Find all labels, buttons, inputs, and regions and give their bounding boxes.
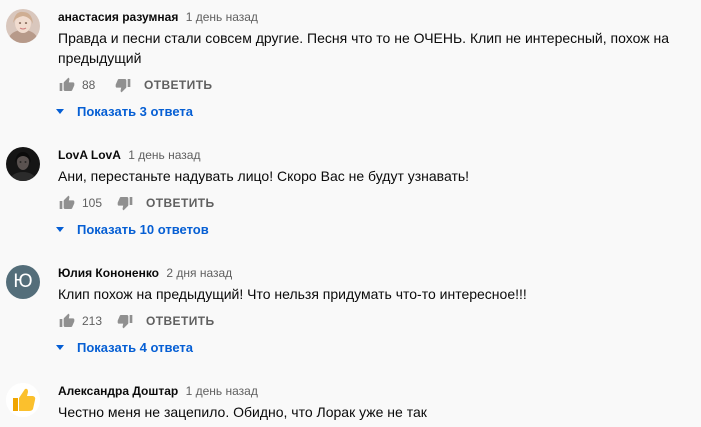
- comment-text: Честно меня не зацепило. Обидно, что Лор…: [58, 404, 427, 420]
- thumb-up-icon: [59, 313, 75, 327]
- like-button[interactable]: [58, 76, 76, 94]
- comment-actions: 213 ОТВЕТИТЬ: [58, 310, 214, 332]
- comment-text: Ани, перестаньте надувать лицо! Скоро Ва…: [58, 168, 470, 184]
- comment-author[interactable]: Александра Доштар: [58, 384, 178, 398]
- reply-button[interactable]: ОТВЕТИТЬ: [144, 78, 212, 92]
- thumbs-up-emoji-icon: [6, 383, 40, 417]
- show-replies-button[interactable]: Показать 4 ответа: [56, 337, 193, 357]
- comment-actions: 88 ОТВЕТИТЬ: [58, 74, 212, 96]
- show-replies-button[interactable]: Показать 10 ответов: [56, 219, 209, 239]
- caret-down-icon: [56, 226, 64, 232]
- caret-down-icon: [56, 344, 64, 350]
- avatar[interactable]: [6, 383, 40, 417]
- comment-time[interactable]: 1 день назад: [128, 148, 200, 162]
- avatar[interactable]: [6, 147, 40, 181]
- thumb-down-icon: [115, 79, 131, 93]
- like-button[interactable]: [58, 194, 76, 212]
- reply-button[interactable]: ОТВЕТИТЬ: [146, 314, 214, 328]
- comment-text: Правда и песни стали совсем другие. Песн…: [58, 30, 669, 66]
- thumb-up-icon: [59, 195, 75, 209]
- like-count: 88: [82, 78, 96, 92]
- comment-time[interactable]: 2 дня назад: [166, 266, 232, 280]
- dislike-button[interactable]: [116, 194, 134, 212]
- show-replies-button[interactable]: Показать 3 ответа: [56, 101, 193, 121]
- comment-time[interactable]: 1 день назад: [186, 384, 258, 398]
- comment-time[interactable]: 1 день назад: [186, 10, 258, 24]
- thumb-down-icon: [117, 197, 133, 211]
- dislike-button[interactable]: [114, 76, 132, 94]
- comment-author[interactable]: Юлия Кононенко: [58, 266, 159, 280]
- avatar[interactable]: [6, 9, 40, 43]
- like-count: 213: [82, 314, 103, 328]
- show-replies-label: Показать 10 ответов: [77, 221, 209, 237]
- comment-author[interactable]: анастасия разумная: [58, 10, 178, 24]
- show-replies-label: Показать 4 ответа: [77, 339, 193, 355]
- comment-author[interactable]: LovA LovA: [58, 148, 121, 162]
- caret-down-icon: [56, 108, 64, 114]
- thumb-down-icon: [117, 315, 133, 329]
- comments-list: анастасия разумная 1 день назад Правда и…: [0, 0, 701, 427]
- dislike-button[interactable]: [116, 312, 134, 330]
- reply-button[interactable]: ОТВЕТИТЬ: [146, 196, 214, 210]
- like-count: 105: [82, 196, 103, 210]
- comment-text: Клип похож на предыдущий! Что нельзя при…: [58, 286, 527, 302]
- show-replies-label: Показать 3 ответа: [77, 103, 193, 119]
- comment-actions: 105 ОТВЕТИТЬ: [58, 192, 214, 214]
- thumb-up-icon: [59, 77, 75, 91]
- like-button[interactable]: [58, 312, 76, 330]
- avatar[interactable]: Ю: [6, 265, 40, 299]
